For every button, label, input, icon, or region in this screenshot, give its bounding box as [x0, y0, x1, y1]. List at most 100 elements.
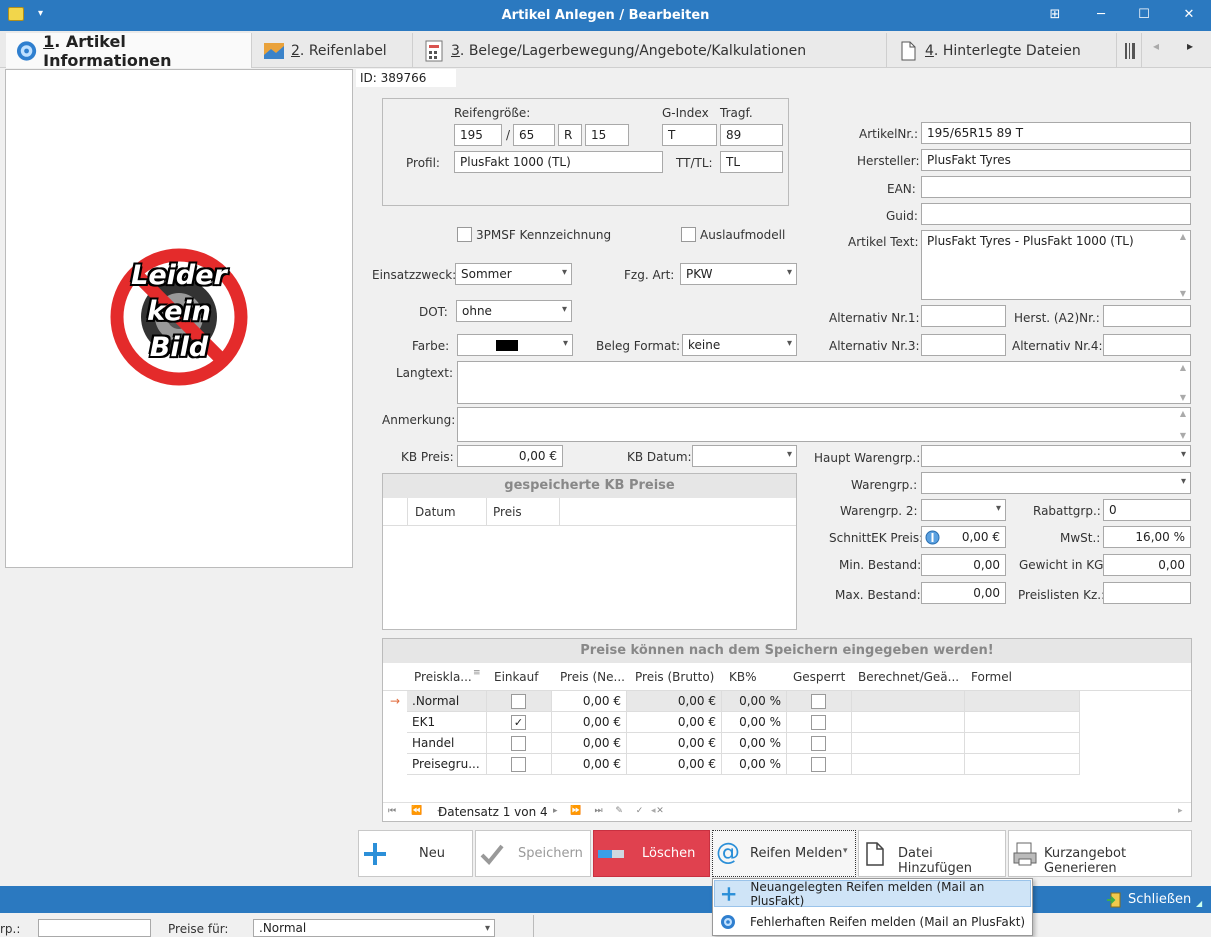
datei-hinzufuegen-button[interactable]: Datei Hinzufügen	[858, 830, 1006, 877]
einkauf-checkbox[interactable]	[511, 694, 526, 709]
table-row[interactable]: EK1 ✓ 0,00 € 0,00 € 0,00 %	[407, 712, 1080, 733]
cell-kb[interactable]: 0,00 %	[722, 691, 787, 712]
col-berechnet[interactable]: Berechnet/Geä...	[858, 670, 959, 684]
cell-einkauf[interactable]	[487, 691, 552, 712]
tab-overflow[interactable]	[1117, 33, 1142, 68]
cell-preis-brutto[interactable]: 0,00 €	[627, 754, 722, 775]
tire-rim-input[interactable]: 15	[585, 124, 629, 146]
tab-scroll-left-icon[interactable]: ◂	[1153, 39, 1159, 53]
reifen-melden-dropdown-icon[interactable]: ▾	[843, 846, 848, 856]
anmerkung-textarea[interactable]: ▲ ▼	[457, 407, 1191, 442]
alternativ-nr1-input[interactable]	[921, 305, 1006, 327]
alternativ-nr4-input[interactable]	[1103, 334, 1191, 356]
tt-tl-input[interactable]: TL	[720, 151, 783, 173]
gesperrt-checkbox[interactable]	[811, 715, 826, 730]
einkauf-checkbox[interactable]: ✓	[511, 715, 526, 730]
menu-item-fehlerhaften[interactable]: Fehlerhaften Reifen melden (Mail an Plus…	[714, 908, 1031, 935]
warengrp2-select[interactable]	[921, 499, 1006, 521]
artikelnr-input[interactable]: 195/65R15 89 T	[921, 122, 1191, 144]
cell-gesperrt[interactable]	[787, 733, 852, 754]
alternativ-nr3-input[interactable]	[921, 334, 1006, 356]
tire-width-input[interactable]: 195	[454, 124, 502, 146]
reifen-melden-button[interactable]: @ Reifen Melden ▾	[712, 830, 856, 877]
scroll-down-icon[interactable]: ▼	[1180, 393, 1186, 402]
loeschen-button[interactable]: Löschen	[593, 830, 710, 877]
gesperrt-checkbox[interactable]	[811, 694, 826, 709]
schliessen-button[interactable]: Schließen	[1106, 889, 1191, 910]
speichern-button[interactable]: Speichern	[475, 830, 591, 877]
cell-kb[interactable]: 0,00 %	[722, 733, 787, 754]
cell-preis-netto[interactable]: 0,00 €	[552, 691, 627, 712]
tab-reifenlabel[interactable]: 2. Reifenlabel	[253, 33, 413, 68]
col-datum[interactable]: Datum	[415, 505, 456, 519]
mwst-input[interactable]: 16,00 %	[1103, 526, 1191, 548]
tab-belege[interactable]: 3. Belege/Lagerbewegung/Angebote/Kalkula…	[413, 33, 887, 68]
col-preis-brutto[interactable]: Preis (Brutto)	[635, 670, 714, 684]
tab-hinterlegte-dateien[interactable]: 4. Hinterlegte Dateien	[887, 33, 1117, 68]
col-preis-netto[interactable]: Preis (Ne...	[560, 670, 625, 684]
cell-berechnet[interactable]	[852, 712, 965, 733]
artikel-text-textarea[interactable]: PlusFakt Tyres - PlusFakt 1000 (TL) ▲ ▼	[921, 230, 1191, 300]
col-formel[interactable]: Formel	[971, 670, 1012, 684]
table-row[interactable]: Preisegru... 0,00 € 0,00 € 0,00 %	[407, 754, 1080, 775]
filter-icon[interactable]: ≡	[473, 668, 481, 678]
haupt-warengrp-select[interactable]	[921, 445, 1191, 467]
hscroll-right-icon[interactable]: ▸	[1178, 806, 1183, 816]
preislisten-input[interactable]	[1103, 582, 1191, 604]
tire-construction-input[interactable]: R	[558, 124, 582, 146]
table-row[interactable]: .Normal 0,00 € 0,00 € 0,00 %	[407, 691, 1080, 712]
scroll-up-icon[interactable]: ▲	[1180, 409, 1186, 418]
close-button[interactable]: ✕	[1179, 6, 1199, 24]
scroll-down-icon[interactable]: ▼	[1180, 431, 1186, 440]
cell-berechnet[interactable]	[852, 754, 965, 775]
auslaufmodell-checkbox[interactable]	[681, 227, 696, 242]
dot-select[interactable]: ohne	[456, 300, 572, 322]
scroll-up-icon[interactable]: ▲	[1180, 363, 1186, 372]
scroll-up-icon[interactable]: ▲	[1180, 232, 1186, 241]
col-preisklasse[interactable]: Preiskla...	[414, 670, 472, 684]
col-preis[interactable]: Preis	[493, 505, 522, 519]
cell-preis-brutto[interactable]: 0,00 €	[627, 712, 722, 733]
cell-preis-netto[interactable]: 0,00 €	[552, 733, 627, 754]
cell-preis-netto[interactable]: 0,00 €	[552, 712, 627, 733]
article-image[interactable]: Leider kein Bild	[5, 69, 353, 568]
cell-gesperrt[interactable]	[787, 691, 852, 712]
snap-button[interactable]: ⊞	[1045, 6, 1065, 24]
fzg-art-select[interactable]: PKW	[680, 263, 797, 285]
max-bestand-input[interactable]: 0,00	[921, 582, 1006, 604]
profil-input[interactable]: PlusFakt 1000 (TL)	[454, 151, 663, 173]
cell-gesperrt[interactable]	[787, 754, 852, 775]
tab-artikel-informationen[interactable]: 1. Artikel Informationen	[6, 32, 252, 70]
cell-einkauf[interactable]	[487, 733, 552, 754]
maximize-button[interactable]: ☐	[1134, 6, 1154, 24]
min-bestand-input[interactable]: 0,00	[921, 554, 1006, 576]
beleg-format-select[interactable]: keine	[682, 334, 797, 356]
cell-kb[interactable]: 0,00 %	[722, 754, 787, 775]
tire-ratio-input[interactable]: 65	[513, 124, 555, 146]
gewicht-input[interactable]: 0,00	[1103, 554, 1191, 576]
cell-preisklasse[interactable]: .Normal	[407, 691, 487, 712]
einkauf-checkbox[interactable]	[511, 736, 526, 751]
einsatzzweck-select[interactable]: Sommer	[455, 263, 572, 285]
gesperrt-checkbox[interactable]	[811, 736, 826, 751]
col-einkauf[interactable]: Einkauf	[494, 670, 538, 684]
info-icon[interactable]	[925, 530, 940, 545]
cell-preisklasse[interactable]: Preisegru...	[407, 754, 487, 775]
gesperrt-checkbox[interactable]	[811, 757, 826, 772]
cell-preisklasse[interactable]: EK1	[407, 712, 487, 733]
guid-input[interactable]	[921, 203, 1191, 225]
resize-grip-icon[interactable]: ◢	[1196, 899, 1202, 908]
kb-preis-input[interactable]: 0,00 €	[457, 445, 563, 467]
cell-einkauf[interactable]	[487, 754, 552, 775]
cell-gesperrt[interactable]	[787, 712, 852, 733]
einkauf-checkbox[interactable]	[511, 757, 526, 772]
cell-einkauf[interactable]: ✓	[487, 712, 552, 733]
herst-a2-input[interactable]	[1103, 305, 1191, 327]
col-kb[interactable]: KB%	[729, 670, 757, 684]
cell-berechnet[interactable]	[852, 691, 965, 712]
langtext-textarea[interactable]: ▲ ▼	[457, 361, 1191, 404]
rabattgrp-input[interactable]: 0	[1103, 499, 1191, 521]
cell-preisklasse[interactable]: Handel	[407, 733, 487, 754]
cell-preis-brutto[interactable]: 0,00 €	[627, 691, 722, 712]
menu-item-neuangelegten[interactable]: Neuangelegten Reifen melden (Mail an Plu…	[714, 880, 1031, 908]
